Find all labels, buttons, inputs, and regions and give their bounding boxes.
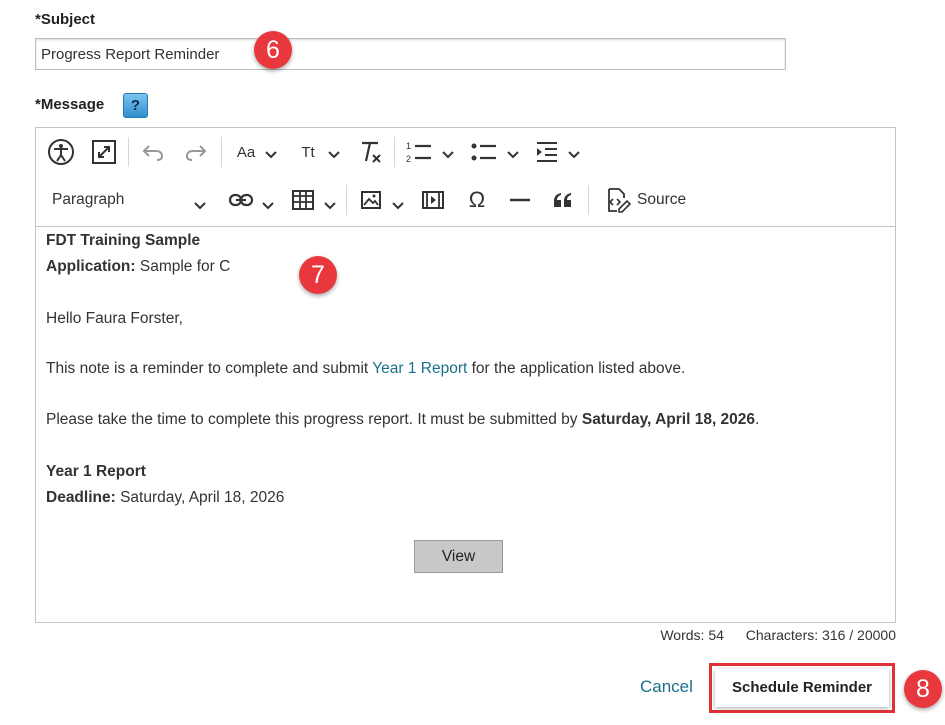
chevron-down-icon[interactable] xyxy=(265,146,277,164)
deadline-label: Deadline: xyxy=(46,489,116,506)
image-icon[interactable] xyxy=(357,187,385,213)
message-label: *Message xyxy=(35,96,105,113)
report-title: Year 1 Report xyxy=(46,463,146,480)
svg-text:1: 1 xyxy=(406,141,411,151)
reminder-text-pre: This note is a reminder to complete and … xyxy=(46,360,373,377)
chevron-down-icon[interactable] xyxy=(262,197,274,215)
cancel-button[interactable]: Cancel xyxy=(640,677,693,697)
source-label[interactable]: Source xyxy=(637,189,686,211)
horizontal-line-icon[interactable] xyxy=(506,187,534,213)
deadline-line: Deadline: Saturday, April 18, 2026 xyxy=(46,485,759,511)
table-icon[interactable] xyxy=(289,187,317,213)
chevron-down-icon[interactable] xyxy=(194,197,206,215)
indent-icon[interactable] xyxy=(533,139,561,165)
blockquote-icon[interactable] xyxy=(549,187,577,213)
help-icon[interactable]: ? xyxy=(123,93,148,118)
bulleted-list-icon[interactable] xyxy=(469,139,499,165)
deadline-paragraph: Please take the time to complete this pr… xyxy=(46,407,759,433)
reminder-paragraph: This note is a reminder to complete and … xyxy=(46,356,759,382)
deadline-value: Saturday, April 18, 2026 xyxy=(115,489,285,506)
paragraph-select[interactable]: Paragraph xyxy=(52,189,124,211)
chevron-down-icon[interactable] xyxy=(392,197,404,215)
rich-text-editor: Aa Tt 12 Paragraph Ω Source FDT Training… xyxy=(35,127,896,623)
sample-title: FDT Training Sample xyxy=(46,232,201,249)
undo-icon[interactable] xyxy=(139,139,167,165)
special-character-icon[interactable]: Ω xyxy=(463,187,491,213)
chevron-down-icon[interactable] xyxy=(328,146,340,164)
toolbar-separator xyxy=(588,185,589,215)
font-size-icon[interactable]: Tt xyxy=(295,141,321,163)
remove-format-icon[interactable] xyxy=(357,139,385,165)
editor-content[interactable]: FDT Training Sample Application: Sample … xyxy=(46,228,759,511)
chevron-down-icon[interactable] xyxy=(442,146,454,164)
reminder-text-post: for the application listed above. xyxy=(467,360,686,377)
subject-label: *Subject xyxy=(35,11,96,28)
application-line: Application: Sample for C xyxy=(46,254,759,280)
subject-field[interactable] xyxy=(35,38,786,70)
toolbar-separator xyxy=(346,185,347,215)
character-count: Characters: 316 / 20000 xyxy=(745,627,896,643)
accessibility-icon[interactable] xyxy=(46,137,76,167)
toolbar-separator xyxy=(394,137,395,167)
application-value: Sample for C xyxy=(135,258,231,275)
subject-input[interactable] xyxy=(36,39,785,69)
view-button[interactable]: View xyxy=(414,540,503,573)
chevron-down-icon[interactable] xyxy=(324,197,336,215)
word-count: Words: 54 xyxy=(660,627,724,643)
toolbar-separator xyxy=(128,137,129,167)
numbered-list-icon[interactable]: 12 xyxy=(404,139,434,165)
schedule-reminder-button[interactable]: Schedule Reminder xyxy=(715,669,889,707)
please-text-pre: Please take the time to complete this pr… xyxy=(46,411,582,428)
chevron-down-icon[interactable] xyxy=(507,146,519,164)
svg-text:2: 2 xyxy=(406,154,411,164)
year-1-report-link[interactable]: Year 1 Report xyxy=(372,360,467,377)
highlight-box: Schedule Reminder xyxy=(709,663,895,713)
greeting-text: Hello Faura Forster, xyxy=(46,310,183,327)
link-icon[interactable] xyxy=(227,187,255,213)
chevron-down-icon[interactable] xyxy=(568,146,580,164)
editor-toolbar: Aa Tt 12 Paragraph Ω Source xyxy=(36,128,895,227)
callout-badge-6: 6 xyxy=(254,31,292,69)
please-text-post: . xyxy=(755,411,760,428)
application-label: Application: xyxy=(46,258,136,275)
due-date: Saturday, April 18, 2026 xyxy=(581,411,756,428)
callout-badge-8: 8 xyxy=(904,670,942,708)
word-count-bar: Words: 54 Characters: 316 / 20000 xyxy=(660,627,896,643)
source-icon[interactable] xyxy=(604,186,632,214)
font-family-icon[interactable]: Aa xyxy=(233,141,259,163)
redo-icon[interactable] xyxy=(182,139,210,165)
toolbar-separator xyxy=(221,137,222,167)
callout-badge-7: 7 xyxy=(299,256,337,294)
fullscreen-icon[interactable] xyxy=(89,137,119,167)
media-icon[interactable] xyxy=(419,187,447,213)
